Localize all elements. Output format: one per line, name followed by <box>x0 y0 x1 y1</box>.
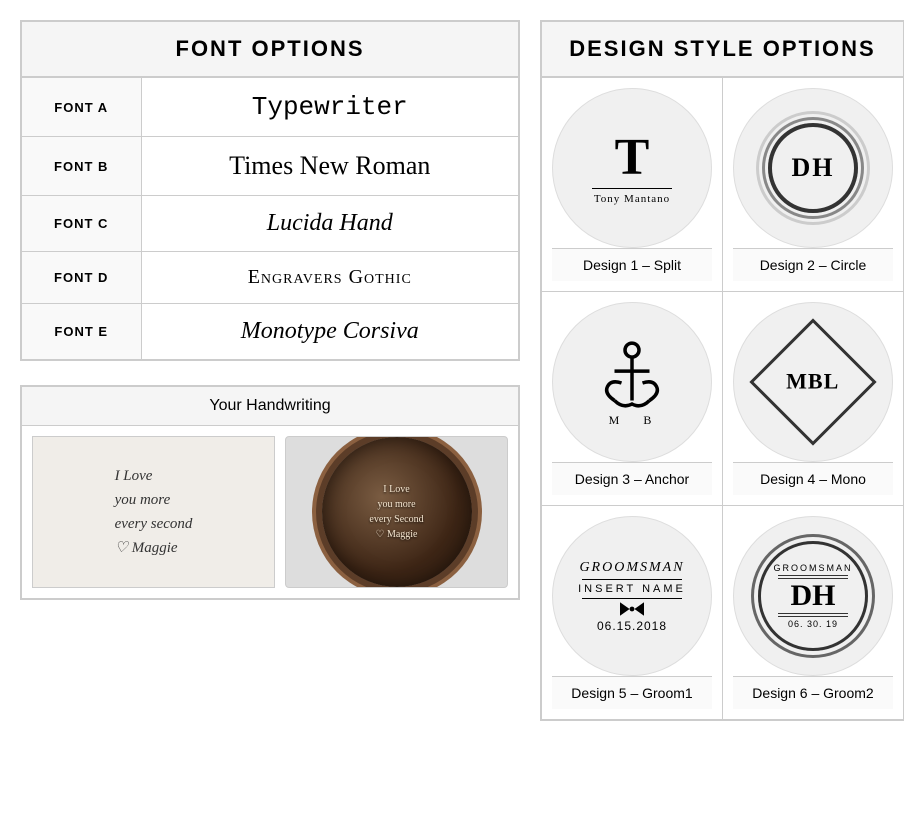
font-b-label: FONT B <box>21 137 141 196</box>
font-e-label: FONT E <box>21 304 141 361</box>
design-2-label: Design 2 – Circle <box>733 248 893 281</box>
design-5-preview: Groomsman Insert Name 06.15.2018 <box>552 516 712 676</box>
design-3-cell: M B Design 3 – Anchor <box>542 292 723 506</box>
design-1-label: Design 1 – Split <box>552 248 712 281</box>
design-6-preview: GROOMSMAN DH 06. 30. 19 <box>733 516 893 676</box>
font-options-title: FONT OPTIONS <box>20 20 520 76</box>
handwriting-note: I Loveyou moreevery second♡ Maggie <box>32 436 275 588</box>
design-4-cell: MBL Design 4 – Mono <box>723 292 903 506</box>
design-4-preview: MBL <box>733 302 893 462</box>
design-6-inner: GROOMSMAN DH 06. 30. 19 <box>758 541 868 651</box>
design-5-label: Design 5 – Groom1 <box>552 676 712 709</box>
designs-grid: T Tony Mantano Design 1 – Split DH Desig… <box>540 76 904 721</box>
design-5-bottom-line <box>582 598 682 599</box>
design-5-date: 06.15.2018 <box>597 619 667 633</box>
handwriting-images: I Loveyou moreevery second♡ Maggie I Lov… <box>22 426 518 598</box>
design-5-top-line <box>582 579 682 580</box>
font-a-sample: Typewriter <box>141 77 519 137</box>
design-2-cell: DH Design 2 – Circle <box>723 78 903 292</box>
table-row: FONT D Engravers Gothic <box>21 252 519 304</box>
bowtie-icon <box>620 602 644 616</box>
right-panel: DESIGN STYLE OPTIONS T Tony Mantano Desi… <box>540 20 904 796</box>
font-e-sample: Monotype Corsiva <box>141 304 519 361</box>
design-1-preview: T Tony Mantano <box>552 88 712 248</box>
design-2-preview: DH <box>733 88 893 248</box>
design-2-letters: DH <box>792 153 835 183</box>
font-d-label: FONT D <box>21 252 141 304</box>
table-row: FONT C Lucida Hand <box>21 196 519 252</box>
design-5-cell: Groomsman Insert Name 06.15.2018 Design … <box>542 506 723 719</box>
font-b-sample: Times New Roman <box>141 137 519 196</box>
design-3-inner: M B <box>597 336 667 428</box>
design-5-inner: Groomsman Insert Name 06.15.2018 <box>578 560 686 633</box>
handwriting-section: Your Handwriting I Loveyou moreevery sec… <box>20 385 520 600</box>
design-1-inner: T Tony Mantano <box>592 132 672 205</box>
handwriting-title: Your Handwriting <box>22 387 518 426</box>
design-3-letter-b: B <box>643 413 655 428</box>
table-row: FONT E Monotype Corsiva <box>21 304 519 361</box>
font-c-label: FONT C <box>21 196 141 252</box>
design-4-letters: MBL <box>786 369 839 395</box>
font-options-section: FONT OPTIONS FONT A Typewriter FONT B Ti… <box>20 20 520 361</box>
table-row: FONT B Times New Roman <box>21 137 519 196</box>
design-3-label: Design 3 – Anchor <box>552 462 712 495</box>
design-6-line-3 <box>778 613 848 614</box>
design-5-groomsman: Groomsman <box>579 560 684 576</box>
design-5-insert-name: Insert Name <box>578 583 686 595</box>
design-1-letter: T <box>615 132 650 184</box>
design-2-inner: DH <box>768 123 858 213</box>
design-6-dh: DH <box>791 581 836 611</box>
handwriting-text: I Loveyou moreevery second♡ Maggie <box>115 464 193 560</box>
design-6-groomsman: GROOMSMAN <box>773 563 852 573</box>
design-6-line-1 <box>778 575 848 576</box>
anchor-icon <box>597 336 667 416</box>
design-3-letters-row: M B <box>609 413 656 428</box>
watch-text: I Loveyou moreevery Second♡ Maggie <box>369 482 423 542</box>
font-a-label: FONT A <box>21 77 141 137</box>
design-4-diamond: MBL <box>749 318 876 445</box>
table-row: FONT A Typewriter <box>21 77 519 137</box>
font-d-sample: Engravers Gothic <box>141 252 519 304</box>
design-6-date: 06. 30. 19 <box>788 619 838 629</box>
watch-face: I Loveyou moreevery Second♡ Maggie <box>322 437 472 587</box>
left-panel: FONT OPTIONS FONT A Typewriter FONT B Ti… <box>20 20 520 796</box>
design-3-preview: M B <box>552 302 712 462</box>
design-1-cell: T Tony Mantano Design 1 – Split <box>542 78 723 292</box>
design-style-title: DESIGN STYLE OPTIONS <box>540 20 904 76</box>
design-1-divider <box>592 188 672 189</box>
watch-image: I Loveyou moreevery Second♡ Maggie <box>285 436 508 588</box>
design-4-label: Design 4 – Mono <box>733 462 893 495</box>
design-6-line-4 <box>778 616 848 617</box>
design-3-letter-m: M <box>609 413 624 428</box>
design-6-cell: GROOMSMAN DH 06. 30. 19 Design 6 – Groom… <box>723 506 903 719</box>
design-1-name: Tony Mantano <box>594 193 670 205</box>
design-6-label: Design 6 – Groom2 <box>733 676 893 709</box>
design-6-lines-bottom <box>778 613 848 617</box>
font-table: FONT A Typewriter FONT B Times New Roman… <box>20 76 520 361</box>
font-c-sample: Lucida Hand <box>141 196 519 252</box>
